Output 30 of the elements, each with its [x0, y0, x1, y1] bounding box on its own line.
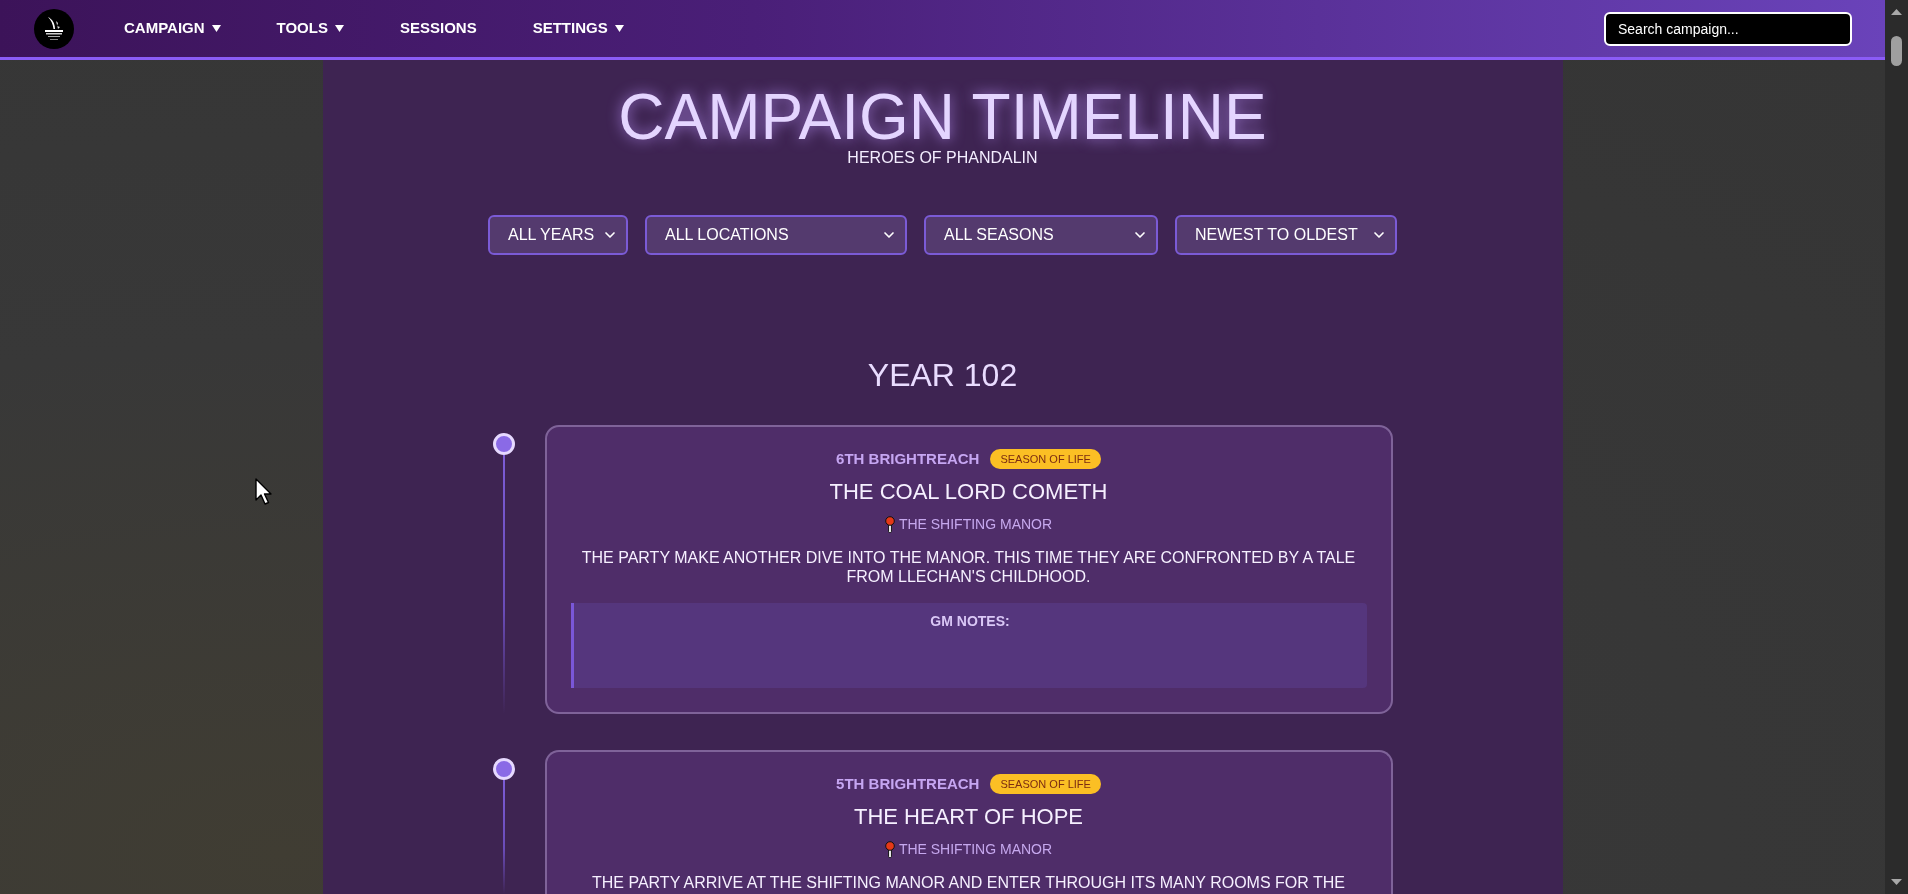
event-date: 6TH BRIGHTREACH — [836, 449, 980, 469]
nav-link[interactable]: SESSIONS — [371, 0, 505, 57]
nav-dropdown-button[interactable]: SETTINGS — [504, 0, 652, 57]
search-field[interactable]: Search campaign... — [1604, 11, 1852, 46]
event-title: THE COAL LORD COMETH — [828, 478, 1109, 506]
filter-dropdown[interactable]: ALL YEARS — [488, 215, 628, 255]
nav-dropdown-button[interactable]: TOOLS — [248, 0, 372, 57]
year-heading: YEAR 102 — [866, 356, 1019, 395]
event-location: THE SHIFTING MANOR — [898, 840, 1053, 859]
event-description: THE PARTY MAKE ANOTHER DIVE INTO THE MANOR. THIS TIME THEY ARE CONFRONTED BY A TALE FROM LLECHAN'S CHILDHOOD. — [580, 548, 1357, 586]
pin-icon — [884, 840, 895, 858]
page-subtitle: HEROES OF PHANDALIN — [846, 149, 1039, 167]
nav-dropdown-button[interactable]: CAMPAIGN — [96, 0, 249, 57]
scroll-up-arrow-icon[interactable] — [1891, 9, 1902, 15]
filter-dropdown[interactable]: NEWEST TO OLDEST — [1175, 215, 1397, 255]
event-location: THE SHIFTING MANOR — [898, 515, 1053, 534]
season-badge: SEASON OF LIFE — [990, 449, 1101, 469]
event-description: THE PARTY ARRIVE AT THE SHIFTING MANOR AND ENTER THROUGH ITS MANY ROOMS FOR THE — [591, 873, 1346, 892]
filter-dropdown[interactable]: ALL LOCATIONS — [645, 215, 907, 255]
event-title: THE HEART OF HOPE — [853, 803, 1084, 831]
scroll-down-arrow-icon[interactable] — [1891, 879, 1902, 885]
logo-icon[interactable] — [34, 8, 74, 49]
page-title: CAMPAIGN TIMELINE — [617, 85, 1268, 149]
cursor-icon — [255, 478, 273, 506]
season-badge: SEASON OF LIFE — [990, 774, 1101, 794]
pin-icon — [884, 515, 895, 533]
filter-dropdown[interactable]: ALL SEASONS — [924, 215, 1158, 255]
event-date: 5TH BRIGHTREACH — [836, 774, 980, 794]
scrollbar-thumb[interactable] — [1891, 36, 1902, 66]
gm-notes-label: GM NOTES: — [930, 612, 1010, 631]
